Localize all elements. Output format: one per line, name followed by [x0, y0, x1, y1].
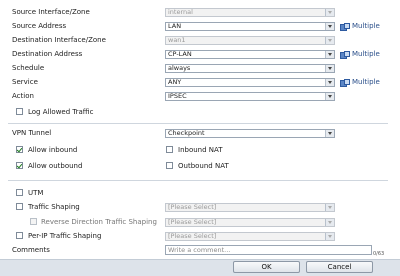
- destination-address-select[interactable]: CP-LAN: [165, 50, 335, 59]
- source-address-label: Source Address: [12, 22, 67, 30]
- allow-outbound-checkbox[interactable]: [16, 162, 23, 169]
- source-address-multiple-link[interactable]: Multiple: [340, 22, 380, 31]
- multiple-label: Multiple: [352, 22, 380, 30]
- action-label: Action: [12, 92, 34, 100]
- traffic-shaping-checkbox[interactable]: [16, 203, 23, 210]
- service-select[interactable]: ANY: [165, 78, 335, 87]
- comments-label: Comments: [12, 246, 50, 254]
- destination-interface-value: wan1: [168, 36, 186, 44]
- multiple-icon: [340, 50, 350, 59]
- allow-inbound-label: Allow inbound: [28, 146, 78, 154]
- inbound-nat-label: Inbound NAT: [178, 146, 223, 154]
- source-interface-value: internal: [168, 8, 193, 16]
- destination-address-value: CP-LAN: [168, 50, 192, 58]
- comments-input[interactable]: Write a comment...: [165, 245, 372, 255]
- source-interface-label: Source Interface/Zone: [12, 8, 90, 16]
- multiple-label: Multiple: [352, 78, 380, 86]
- vpn-tunnel-label: VPN Tunnel: [12, 129, 52, 137]
- vpn-tunnel-value: Checkpoint: [168, 129, 205, 137]
- log-allowed-label: Log Allowed Traffic: [28, 108, 94, 116]
- schedule-label: Schedule: [12, 64, 45, 72]
- traffic-shaping-label: Traffic Shaping: [28, 203, 80, 211]
- reverse-shaping-checkbox: [30, 218, 37, 225]
- destination-address-multiple-link[interactable]: Multiple: [340, 50, 380, 59]
- destination-address-label: Destination Address: [12, 50, 83, 58]
- destination-interface-label: Destination Interface/Zone: [12, 36, 106, 44]
- action-value: IPSEC: [168, 92, 187, 100]
- source-address-value: LAN: [168, 22, 182, 30]
- chevron-down-icon: [325, 204, 334, 211]
- traffic-shaping-value: [Please Select]: [168, 203, 217, 211]
- comment-char-counter: 0/63: [373, 251, 385, 257]
- section-divider: [8, 123, 388, 124]
- chevron-down-icon: [325, 37, 334, 44]
- chevron-down-icon: [325, 51, 334, 58]
- source-interface-select: internal: [165, 8, 335, 17]
- per-ip-shaping-select: [Please Select]: [165, 232, 335, 241]
- outbound-nat-checkbox[interactable]: [166, 162, 173, 169]
- utm-label: UTM: [28, 189, 44, 197]
- chevron-down-icon: [325, 219, 334, 226]
- chevron-down-icon: [325, 9, 334, 16]
- allow-inbound-checkbox[interactable]: [16, 146, 23, 153]
- multiple-icon: [340, 22, 350, 31]
- schedule-select[interactable]: always: [165, 64, 335, 73]
- schedule-value: always: [168, 64, 191, 72]
- section-divider: [8, 180, 388, 181]
- multiple-icon: [340, 78, 350, 87]
- destination-interface-select: wan1: [165, 36, 335, 45]
- per-ip-shaping-checkbox[interactable]: [16, 232, 23, 239]
- allow-outbound-label: Allow outbound: [28, 162, 83, 170]
- utm-checkbox[interactable]: [16, 189, 23, 196]
- inbound-nat-checkbox[interactable]: [166, 146, 173, 153]
- outbound-nat-label: Outbound NAT: [178, 162, 229, 170]
- multiple-label: Multiple: [352, 50, 380, 58]
- log-allowed-checkbox[interactable]: [16, 108, 23, 115]
- ok-button[interactable]: OK: [233, 261, 300, 273]
- service-multiple-link[interactable]: Multiple: [340, 78, 380, 87]
- chevron-down-icon: [325, 79, 334, 86]
- chevron-down-icon: [325, 23, 334, 30]
- source-address-select[interactable]: LAN: [165, 22, 335, 31]
- chevron-down-icon: [325, 93, 334, 100]
- service-label: Service: [12, 78, 38, 86]
- per-ip-shaping-value: [Please Select]: [168, 232, 217, 240]
- vpn-tunnel-select[interactable]: Checkpoint: [165, 129, 335, 138]
- reverse-shaping-value: [Please Select]: [168, 218, 217, 226]
- chevron-down-icon: [325, 130, 334, 137]
- reverse-shaping-select: [Please Select]: [165, 218, 335, 227]
- chevron-down-icon: [325, 65, 334, 72]
- traffic-shaping-select: [Please Select]: [165, 203, 335, 212]
- reverse-shaping-label: Reverse Direction Traffic Shaping: [41, 218, 157, 226]
- action-select[interactable]: IPSEC: [165, 92, 335, 101]
- chevron-down-icon: [325, 233, 334, 240]
- cancel-button[interactable]: Cancel: [306, 261, 373, 273]
- service-value: ANY: [168, 78, 182, 86]
- per-ip-shaping-label: Per-IP Traffic Shaping: [28, 232, 102, 240]
